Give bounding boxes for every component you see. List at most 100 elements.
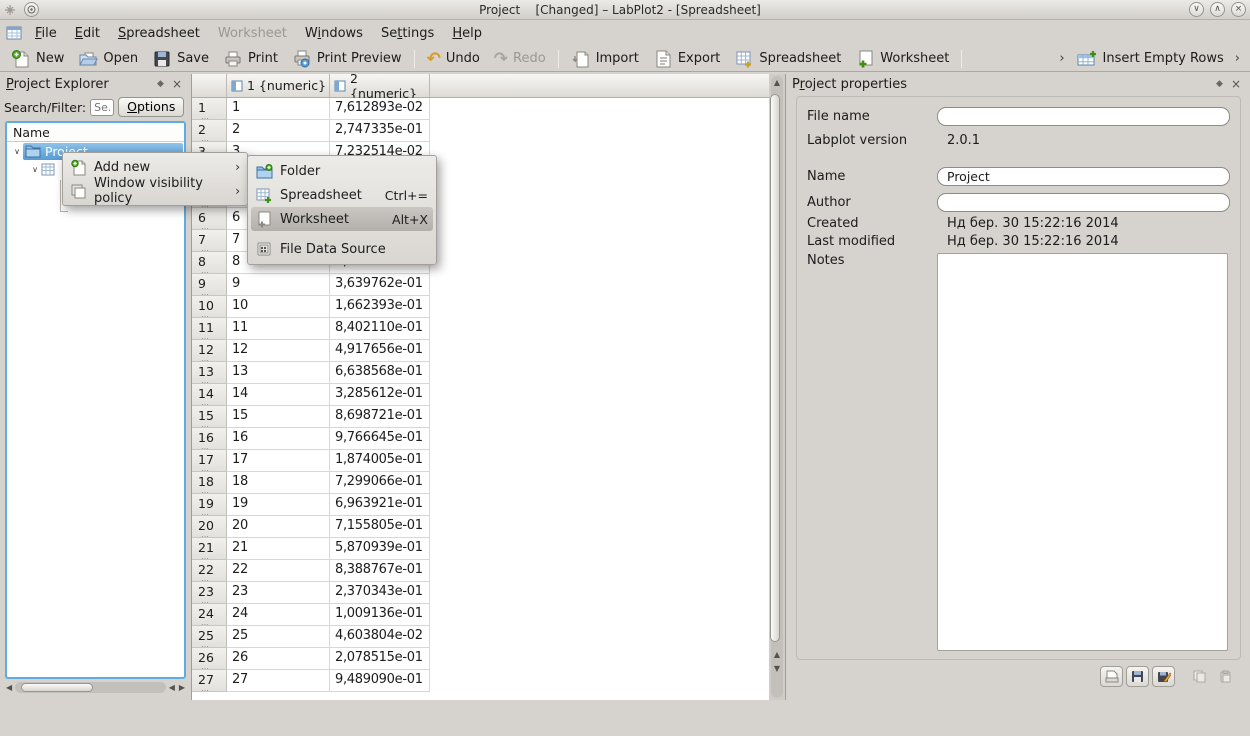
corner-header-cell[interactable] <box>192 74 227 97</box>
cell-col2[interactable]: 2,078515e-01 <box>330 648 430 670</box>
scroll-right-icon[interactable]: ▶ <box>178 683 186 692</box>
import-button[interactable]: Import <box>564 48 646 70</box>
cell-col1[interactable]: 2 <box>227 120 330 142</box>
cell-col2[interactable]: 8,402110e-01 <box>330 318 430 340</box>
name-field[interactable] <box>937 167 1230 186</box>
menu-spreadsheet[interactable]: Spreadsheet <box>109 23 209 44</box>
row-header-cell[interactable]: 10 <box>192 296 227 318</box>
cell-col1[interactable]: 26 <box>227 648 330 670</box>
cell-col2[interactable]: 4,917656e-01 <box>330 340 430 362</box>
row-header-cell[interactable]: 17 <box>192 450 227 472</box>
cell-col2[interactable]: 1,009136e-01 <box>330 604 430 626</box>
row-header-cell[interactable]: 13 <box>192 362 227 384</box>
export-button[interactable]: Export <box>646 48 728 70</box>
cell-col1[interactable]: 24 <box>227 604 330 626</box>
row-header-cell[interactable]: 7 <box>192 230 227 252</box>
cell-col2[interactable]: 9,766645e-01 <box>330 428 430 450</box>
cell-col2[interactable]: 8,388767e-01 <box>330 560 430 582</box>
notes-field[interactable] <box>937 253 1228 651</box>
row-header-cell[interactable]: 22 <box>192 560 227 582</box>
cell-col1[interactable]: 12 <box>227 340 330 362</box>
cell-col1[interactable]: 16 <box>227 428 330 450</box>
float-dock-icon[interactable]: ◆ <box>152 79 169 89</box>
print-preview-button[interactable]: Print Preview <box>285 48 409 70</box>
menu-edit[interactable]: Edit <box>66 23 109 44</box>
explorer-horizontal-scrollbar[interactable]: ◀ ◀ ▶ <box>5 681 186 694</box>
cell-col2[interactable]: 8,698721e-01 <box>330 406 430 428</box>
file-name-field[interactable] <box>937 107 1230 126</box>
close-dock-icon[interactable]: × <box>1228 77 1244 91</box>
author-field[interactable] <box>937 193 1230 212</box>
cell-col2[interactable]: 4,603804e-02 <box>330 626 430 648</box>
submenu-item-folder[interactable]: Folder <box>251 159 433 183</box>
row-header-cell[interactable]: 25 <box>192 626 227 648</box>
row-header-cell[interactable]: 12 <box>192 340 227 362</box>
row-header-cell[interactable]: 24 <box>192 604 227 626</box>
cell-col1[interactable]: 20 <box>227 516 330 538</box>
submenu-item-worksheet[interactable]: Worksheet Alt+X <box>251 207 433 231</box>
cell-col2[interactable]: 9,489090e-01 <box>330 670 430 692</box>
cell-col2[interactable]: 1,662393e-01 <box>330 296 430 318</box>
cell-col2[interactable]: 7,612893e-02 <box>330 98 430 120</box>
row-header-cell[interactable]: 16 <box>192 428 227 450</box>
cell-col1[interactable]: 22 <box>227 560 330 582</box>
cell-col1[interactable]: 21 <box>227 538 330 560</box>
load-button[interactable] <box>1100 666 1123 687</box>
cell-col1[interactable]: 9 <box>227 274 330 296</box>
pin-icon[interactable] <box>24 2 39 17</box>
cell-col2[interactable]: 2,747335e-01 <box>330 120 430 142</box>
row-header-cell[interactable]: 11 <box>192 318 227 340</box>
cell-col1[interactable]: 17 <box>227 450 330 472</box>
toolbar-overflow-right-icon[interactable]: › <box>1231 51 1244 66</box>
row-header-cell[interactable]: 20 <box>192 516 227 538</box>
options-button[interactable]: Options <box>118 97 184 117</box>
column-header-1[interactable]: 1 {numeric} <box>227 74 330 97</box>
spreadsheet-vertical-scrollbar[interactable]: ▲ ▲ ▼ <box>769 74 785 700</box>
row-header-cell[interactable]: 14 <box>192 384 227 406</box>
cell-col1[interactable]: 18 <box>227 472 330 494</box>
save-as-button[interactable] <box>1152 666 1175 687</box>
menu-file[interactable]: File <box>26 23 66 44</box>
scrollbar-thumb[interactable] <box>21 683 93 692</box>
cell-col1[interactable]: 11 <box>227 318 330 340</box>
cell-col2[interactable]: 7,299066e-01 <box>330 472 430 494</box>
print-button[interactable]: Print <box>216 48 285 70</box>
row-header-cell[interactable]: 6 <box>192 208 227 230</box>
scroll-up-icon[interactable]: ▲ <box>769 78 785 88</box>
row-header-cell[interactable]: 23 <box>192 582 227 604</box>
cell-col2[interactable]: 6,963921e-01 <box>330 494 430 516</box>
cell-col1[interactable]: 19 <box>227 494 330 516</box>
cell-col2[interactable]: 2,370343e-01 <box>330 582 430 604</box>
save-properties-button[interactable] <box>1126 666 1149 687</box>
row-header-cell[interactable]: 1 <box>192 98 227 120</box>
row-header-cell[interactable]: 15 <box>192 406 227 428</box>
cell-col1[interactable]: 27 <box>227 670 330 692</box>
save-button[interactable]: Save <box>145 48 216 70</box>
scroll-down-icon[interactable]: ▼ <box>769 664 785 674</box>
row-header-cell[interactable]: 9 <box>192 274 227 296</box>
cell-col1[interactable]: 13 <box>227 362 330 384</box>
row-header-cell[interactable]: 19 <box>192 494 227 516</box>
cell-col2[interactable]: 6,638568e-01 <box>330 362 430 384</box>
worksheet-button[interactable]: Worksheet <box>848 48 956 70</box>
cell-col1[interactable]: 10 <box>227 296 330 318</box>
menu-settings[interactable]: Settings <box>372 23 443 44</box>
row-header-cell[interactable]: 2 <box>192 120 227 142</box>
chevron-down-icon[interactable]: ∨ <box>29 165 41 174</box>
new-button[interactable]: New <box>4 48 71 70</box>
cell-col2[interactable]: 3,639762e-01 <box>330 274 430 296</box>
undo-button[interactable]: ↶ Undo <box>420 50 487 68</box>
minimize-button[interactable]: ∨ <box>1189 2 1204 17</box>
cell-col2[interactable]: 1,874005e-01 <box>330 450 430 472</box>
cell-col1[interactable]: 23 <box>227 582 330 604</box>
menu-help[interactable]: Help <box>443 23 491 44</box>
open-button[interactable]: Open <box>71 48 145 70</box>
submenu-item-spreadsheet[interactable]: Spreadsheet Ctrl+= <box>251 183 433 207</box>
cell-col1[interactable]: 1 <box>227 98 330 120</box>
cell-col1[interactable]: 14 <box>227 384 330 406</box>
close-dock-icon[interactable]: × <box>169 77 185 91</box>
scrollbar-thumb[interactable] <box>770 94 780 642</box>
menu-windows[interactable]: Windows <box>296 23 372 44</box>
spreadsheet-button[interactable]: Spreadsheet <box>727 48 848 70</box>
scroll-left-icon[interactable]: ◀ <box>168 683 176 692</box>
